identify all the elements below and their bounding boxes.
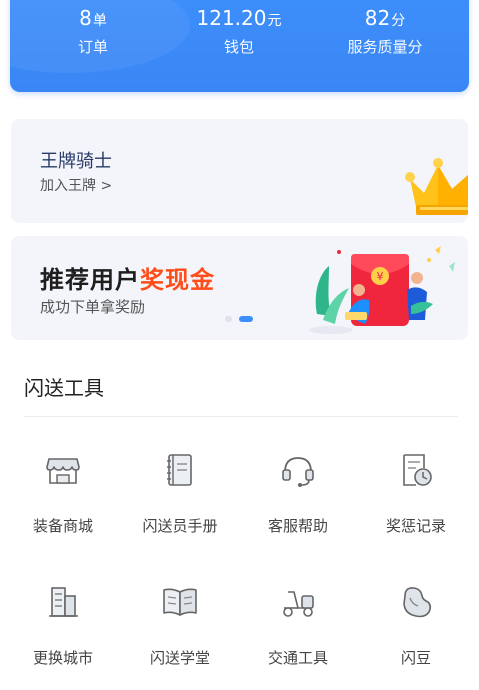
stat-score-value: 82 <box>364 6 391 30</box>
tool-label: 交通工具 <box>267 649 328 667</box>
handbook-icon <box>167 454 192 486</box>
join-king-link[interactable]: 加入王牌 > <box>40 175 112 195</box>
building-icon <box>49 587 78 617</box>
banner-subtitle: 成功下单拿奖励 <box>40 298 146 316</box>
king-rider-title: 王牌骑士 <box>40 151 112 172</box>
carousel-dot-active[interactable] <box>239 316 253 322</box>
stat-score-unit: 分 <box>391 13 406 29</box>
tool-label: 闪送学堂 <box>149 649 210 667</box>
tool-customer-service[interactable]: 客服帮助 <box>238 450 358 536</box>
tool-reward-records[interactable]: 奖惩记录 <box>356 450 476 536</box>
svg-text:¥: ¥ <box>377 270 384 283</box>
store-icon <box>46 458 80 484</box>
stat-service-score[interactable]: 82分 服务质量分 <box>310 4 460 59</box>
stat-wallet[interactable]: 121.20元 钱包 <box>164 4 314 59</box>
stat-orders-value: 8 <box>79 6 92 30</box>
tool-label: 奖惩记录 <box>385 517 446 535</box>
tool-academy[interactable]: 闪送学堂 <box>120 582 240 668</box>
tool-vehicles[interactable]: 交通工具 <box>238 582 358 668</box>
book-icon <box>163 588 197 616</box>
tool-label: 客服帮助 <box>267 517 328 535</box>
scooter-icon <box>283 591 314 617</box>
banner-title-main: 推荐用户 <box>40 266 140 294</box>
banner-title-highlight: 奖现金 <box>140 266 215 294</box>
tool-label: 更换城市 <box>32 649 93 667</box>
record-icon <box>403 454 432 486</box>
tool-change-city[interactable]: 更换城市 <box>3 582 123 668</box>
stat-wallet-label: 钱包 <box>223 38 254 56</box>
stat-orders[interactable]: 8单 订单 <box>18 4 168 59</box>
bean-icon <box>403 587 432 618</box>
section-divider <box>24 416 458 417</box>
stats-card: 8单 订单 121.20元 钱包 82分 服务质量分 <box>10 0 469 92</box>
crown-icon <box>405 158 468 215</box>
carousel-indicator <box>225 316 253 322</box>
tool-label: 闪送员手册 <box>142 517 218 535</box>
stat-orders-unit: 单 <box>92 13 107 29</box>
tool-flash-beans[interactable]: 闪豆 <box>356 582 476 668</box>
red-envelope-illustration: ¥ <box>309 246 455 334</box>
stat-wallet-value: 121.20 <box>196 6 267 30</box>
tool-courier-handbook[interactable]: 闪送员手册 <box>120 450 240 536</box>
stat-orders-label: 订单 <box>77 38 108 56</box>
stat-score-label: 服务质量分 <box>347 38 423 56</box>
tools-section-title: 闪送工具 <box>24 376 104 400</box>
king-rider-card[interactable]: 王牌骑士 加入王牌 > <box>11 119 468 223</box>
banner-title: 推荐用户奖现金 <box>40 260 215 295</box>
carousel-dot[interactable] <box>225 316 232 322</box>
referral-banner[interactable]: 推荐用户奖现金 成功下单拿奖励 ¥ <box>11 236 468 340</box>
tool-label: 装备商城 <box>32 517 93 535</box>
tool-equipment-store[interactable]: 装备商城 <box>3 450 123 536</box>
tool-label: 闪豆 <box>400 649 431 667</box>
headset-icon <box>282 457 314 487</box>
stat-wallet-unit: 元 <box>267 13 282 29</box>
